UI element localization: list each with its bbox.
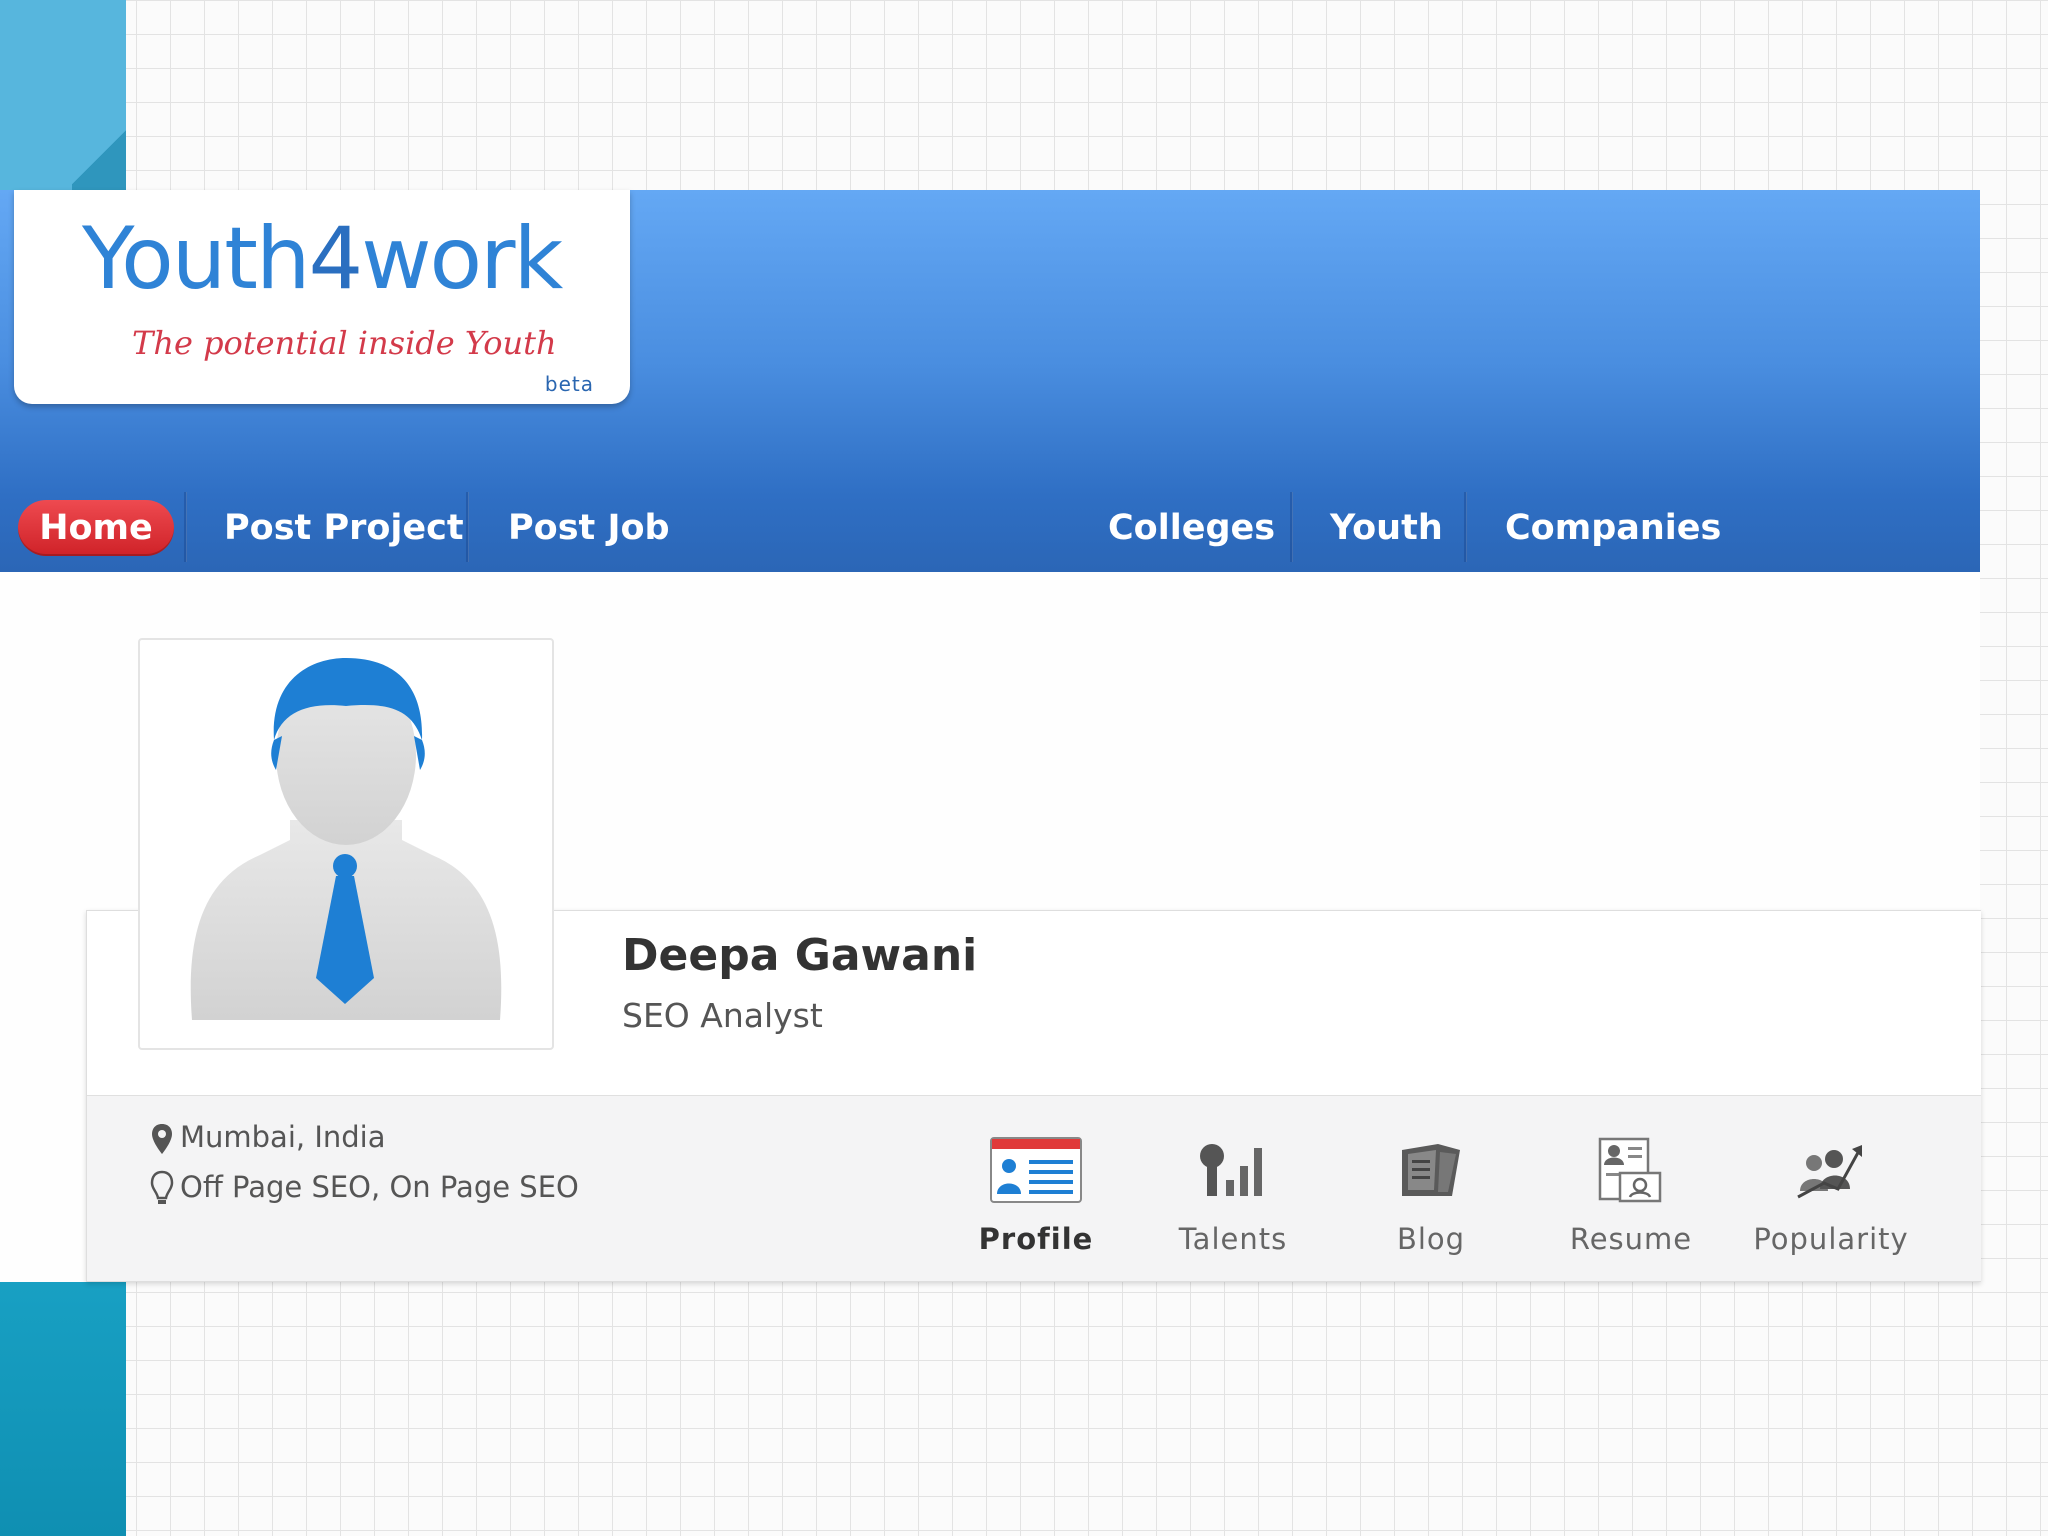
- nav-separator: [1464, 492, 1467, 562]
- tab-resume-label: Resume: [1569, 1222, 1693, 1256]
- resume-icon: [1598, 1137, 1662, 1203]
- profile-panel: Deepa Gawani SEO Analyst Mumbai, India O…: [0, 572, 1981, 1282]
- lightbulb-icon: [150, 1170, 174, 1204]
- logo-wordmark: Youth4work: [82, 209, 563, 309]
- profile-title: SEO Analyst: [622, 996, 823, 1035]
- tab-blog-label: Blog: [1396, 1222, 1466, 1256]
- decorative-fold: [72, 120, 126, 190]
- tab-blog[interactable]: Blog: [1346, 1132, 1516, 1256]
- skills-row: Off Page SEO, On Page SEO: [150, 1170, 579, 1208]
- tab-profile-label: Profile: [978, 1222, 1094, 1256]
- site-header: Youth4work The potential inside Youth be…: [0, 190, 1980, 572]
- beta-badge: beta: [544, 372, 594, 396]
- main-nav: Home Post Project Post Job Colleges Yout…: [0, 480, 1980, 572]
- default-avatar-icon: [190, 658, 502, 1020]
- nav-separator: [184, 492, 187, 562]
- nav-home[interactable]: Home: [18, 500, 174, 556]
- nav-companies[interactable]: Companies: [1505, 500, 1721, 556]
- map-pin-icon: [152, 1124, 172, 1154]
- logo-tagline: The potential inside Youth: [132, 324, 557, 362]
- blog-book-icon: [1402, 1144, 1460, 1196]
- skills-text: Off Page SEO, On Page SEO: [180, 1170, 579, 1204]
- talents-bars-icon: [1200, 1144, 1262, 1196]
- nav-colleges[interactable]: Colleges: [1108, 500, 1275, 556]
- tab-profile[interactable]: Profile: [951, 1132, 1121, 1256]
- nav-separator: [1290, 492, 1293, 562]
- tab-popularity[interactable]: Popularity: [1746, 1132, 1916, 1256]
- nav-separator: [466, 492, 469, 562]
- profile-name: Deepa Gawani: [622, 930, 978, 981]
- nav-post-job[interactable]: Post Job: [508, 500, 670, 556]
- tab-talents-label: Talents: [1178, 1222, 1288, 1256]
- profile-card-icon: [990, 1137, 1082, 1203]
- tab-popularity-label: Popularity: [1753, 1222, 1909, 1256]
- decorative-corner-bottom: [0, 1282, 126, 1536]
- nav-youth[interactable]: Youth: [1330, 500, 1443, 556]
- site-logo[interactable]: Youth4work The potential inside Youth be…: [14, 190, 630, 404]
- nav-post-project[interactable]: Post Project: [224, 500, 464, 556]
- location-text: Mumbai, India: [180, 1120, 386, 1154]
- tab-resume[interactable]: Resume: [1546, 1132, 1716, 1256]
- location-row: Mumbai, India: [150, 1120, 386, 1156]
- tab-talents[interactable]: Talents: [1148, 1132, 1318, 1256]
- avatar[interactable]: [138, 638, 554, 1050]
- popularity-icon: [1797, 1145, 1862, 1199]
